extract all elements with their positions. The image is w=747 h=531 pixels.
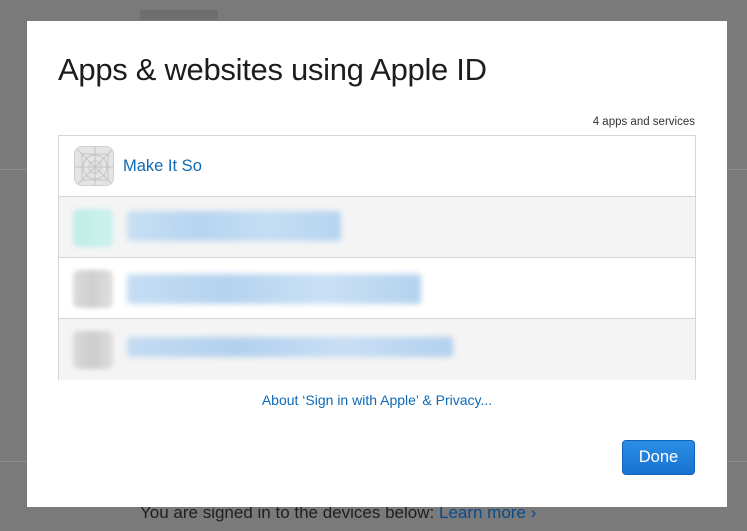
blurred-app-name [127,274,421,304]
app-placeholder-icon [74,146,114,186]
apps-count: 4 apps and services [592,116,695,128]
dialog-title: Apps & websites using Apple ID [58,52,487,87]
app-row-make-it-so[interactable]: Make It So [59,136,695,197]
app-row-obscured[interactable] [59,319,695,380]
app-name: Make It So [123,157,202,175]
blurred-app-icon [73,209,113,247]
blurred-app-name [127,211,341,241]
blurred-app-icon [73,270,113,308]
done-button[interactable]: Done [622,440,695,475]
blurred-app-icon [73,331,113,369]
privacy-link[interactable]: About ‘Sign in with Apple’ & Privacy... [27,392,727,408]
blurred-app-name [127,337,453,357]
app-row-obscured[interactable] [59,197,695,258]
background-heading-fragment [140,10,218,20]
apps-using-apple-id-dialog: Apps & websites using Apple ID 4 apps an… [27,21,727,507]
app-list: Make It So [58,135,696,380]
app-row-obscured[interactable] [59,258,695,319]
